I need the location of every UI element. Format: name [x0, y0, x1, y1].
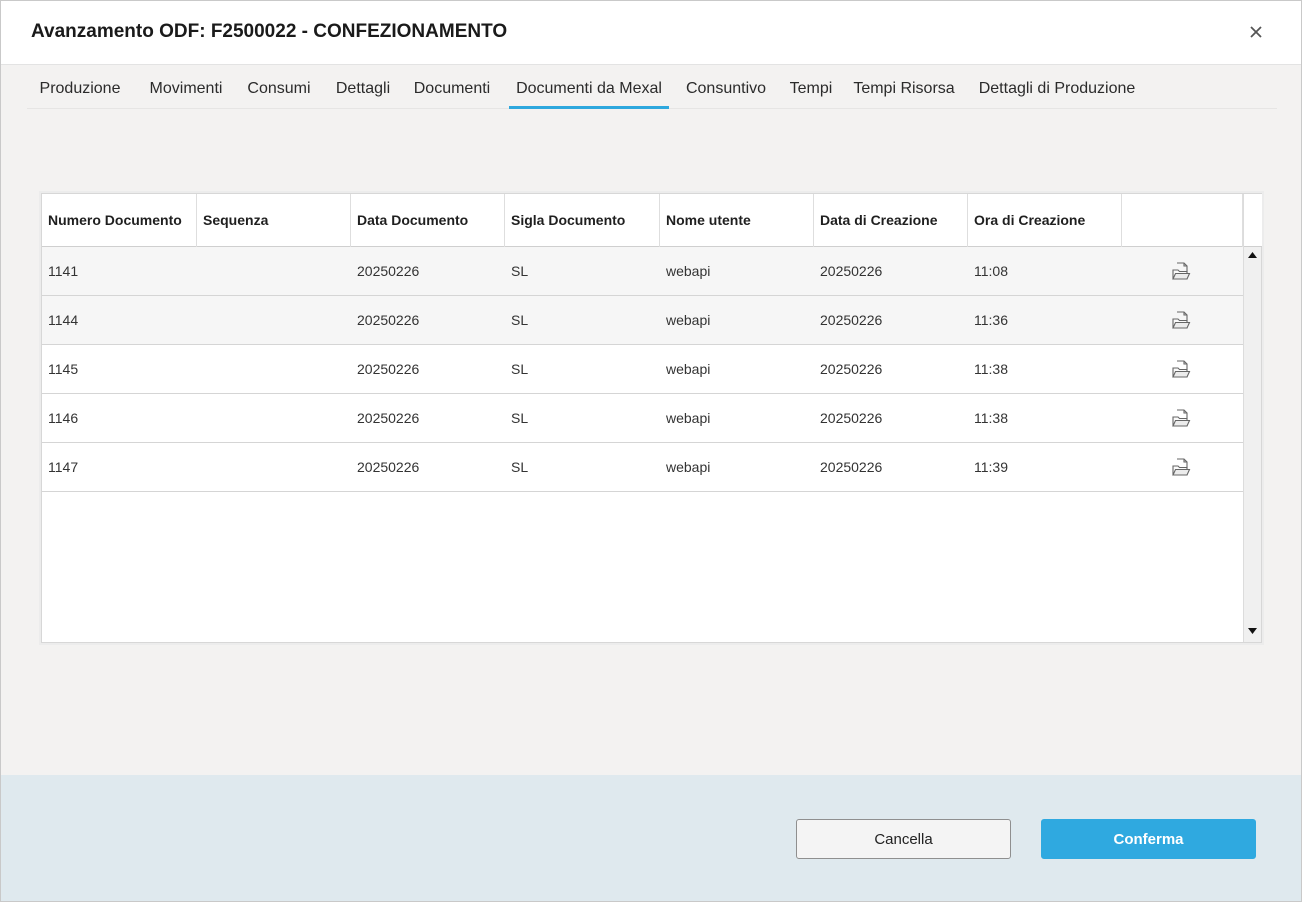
cell-numero-documento: 1144 [48, 312, 79, 328]
cell-sequenza [197, 247, 203, 295]
cell-ora-di-creazione: 11:38 [974, 361, 1008, 377]
scroll-up-arrow-icon[interactable] [1248, 252, 1257, 258]
tab-documenti-da-mexal[interactable]: Documenti da Mexal [509, 65, 669, 109]
cell-data-documento: 20250226 [357, 263, 420, 279]
cell-data-di-creazione: 20250226 [820, 459, 883, 475]
cell-nome-utente: webapi [666, 263, 711, 279]
cell-sequenza [197, 296, 203, 344]
cell-nome-utente: webapi [666, 361, 711, 377]
confirm-button[interactable]: Conferma [1041, 819, 1256, 859]
documents-grid: Numero Documento Sequenza Data Documento… [41, 193, 1262, 643]
table-row[interactable]: 1144 20250226 SL webapi 20250226 11:36 [42, 296, 1243, 345]
table-row[interactable]: 1146 20250226 SL webapi 20250226 11:38 [42, 394, 1243, 443]
open-document-icon[interactable] [1170, 358, 1192, 380]
scrollbar-header-spacer [1244, 194, 1262, 247]
tab-consuntivo[interactable]: Consuntivo [682, 65, 770, 109]
grid-body: 1141 20250226 SL webapi 20250226 11:08 1… [42, 247, 1243, 492]
cell-data-documento: 20250226 [357, 361, 420, 377]
cell-nome-utente: webapi [666, 459, 711, 475]
dialog-window: Avanzamento ODF: F2500022 - CONFEZIONAME… [0, 0, 1302, 902]
vertical-scrollbar[interactable] [1243, 194, 1262, 642]
cell-sigla-documento: SL [511, 410, 529, 426]
grid-header: Numero Documento Sequenza Data Documento… [42, 194, 1243, 247]
tab-tempi-risorsa[interactable]: Tempi Risorsa [851, 65, 957, 109]
column-header-sequenza[interactable]: Sequenza [197, 194, 351, 247]
cell-data-di-creazione: 20250226 [820, 263, 883, 279]
column-header-data-di-creazione[interactable]: Data di Creazione [814, 194, 968, 247]
cell-sequenza [197, 394, 203, 442]
column-header-data-documento[interactable]: Data Documento [351, 194, 505, 247]
cancel-button[interactable]: Cancella [796, 819, 1011, 859]
cell-numero-documento: 1141 [48, 263, 79, 279]
close-icon [1250, 26, 1262, 38]
cell-ora-di-creazione: 11:39 [974, 459, 1008, 475]
dialog-footer: Cancella Conferma [1, 775, 1301, 901]
scroll-down-arrow-icon[interactable] [1248, 628, 1257, 634]
column-header-sigla-documento[interactable]: Sigla Documento [505, 194, 660, 247]
dialog-title: Avanzamento ODF: F2500022 - CONFEZIONAME… [31, 21, 508, 42]
table-row[interactable]: 1147 20250226 SL webapi 20250226 11:39 [42, 443, 1243, 492]
cell-sigla-documento: SL [511, 263, 529, 279]
tab-bar: Produzione Movimenti Consumi Dettagli Do… [27, 65, 1277, 109]
open-document-icon[interactable] [1170, 309, 1192, 331]
cell-nome-utente: webapi [666, 312, 711, 328]
cell-ora-di-creazione: 11:08 [974, 263, 1008, 279]
tab-documenti[interactable]: Documenti [409, 65, 495, 109]
cell-numero-documento: 1147 [48, 459, 79, 475]
tab-movimenti[interactable]: Movimenti [140, 65, 232, 109]
column-header-ora-di-creazione[interactable]: Ora di Creazione [968, 194, 1122, 247]
tab-tempi[interactable]: Tempi [785, 65, 837, 109]
cell-data-di-creazione: 20250226 [820, 361, 883, 377]
cell-data-di-creazione: 20250226 [820, 312, 883, 328]
dialog-titlebar: Avanzamento ODF: F2500022 - CONFEZIONAME… [1, 1, 1301, 65]
cell-sequenza [197, 345, 203, 393]
cell-ora-di-creazione: 11:36 [974, 312, 1008, 328]
cell-numero-documento: 1146 [48, 410, 79, 426]
cell-data-documento: 20250226 [357, 410, 420, 426]
cell-data-documento: 20250226 [357, 459, 420, 475]
open-document-icon[interactable] [1170, 407, 1192, 429]
tab-dettagli[interactable]: Dettagli [329, 65, 397, 109]
tab-dettagli-di-produzione[interactable]: Dettagli di Produzione [973, 65, 1141, 109]
open-document-icon[interactable] [1170, 260, 1192, 282]
cell-nome-utente: webapi [666, 410, 711, 426]
tab-consumi[interactable]: Consumi [241, 65, 317, 109]
tab-produzione[interactable]: Produzione [27, 65, 133, 109]
cell-sigla-documento: SL [511, 459, 529, 475]
cell-ora-di-creazione: 11:38 [974, 410, 1008, 426]
cell-data-di-creazione: 20250226 [820, 410, 883, 426]
column-header-nome-utente[interactable]: Nome utente [660, 194, 814, 247]
table-row[interactable]: 1141 20250226 SL webapi 20250226 11:08 [42, 247, 1243, 296]
table-row[interactable]: 1145 20250226 SL webapi 20250226 11:38 [42, 345, 1243, 394]
cell-sigla-documento: SL [511, 312, 529, 328]
column-header-actions [1122, 194, 1243, 247]
cell-numero-documento: 1145 [48, 361, 79, 377]
open-document-icon[interactable] [1170, 456, 1192, 478]
cell-data-documento: 20250226 [357, 312, 420, 328]
cell-sequenza [197, 443, 203, 491]
close-button[interactable] [1243, 19, 1269, 45]
column-header-numero-documento[interactable]: Numero Documento [42, 194, 197, 247]
cell-sigla-documento: SL [511, 361, 529, 377]
